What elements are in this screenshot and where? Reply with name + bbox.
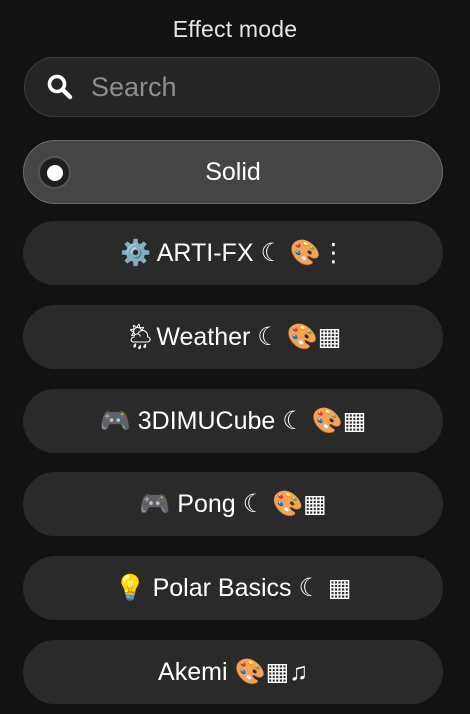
effect-item-solid[interactable]: Solid	[23, 140, 443, 204]
effect-item-label: 🎮 3DIMUCube ☾ 🎨▦	[99, 407, 367, 435]
effect-item-3dimucube[interactable]: 🎮 3DIMUCube ☾ 🎨▦	[23, 389, 443, 453]
effect-mode-panel: Effect mode Solid ⚙️ ARTI-FX ☾ 🎨⋮ 🌦Weath…	[0, 0, 470, 714]
effect-item-label: Akemi 🎨▦♫	[158, 658, 308, 686]
effect-list: Solid ⚙️ ARTI-FX ☾ 🎨⋮ 🌦Weather ☾ 🎨▦ 🎮 3D…	[0, 0, 470, 714]
effect-item-polar-basics[interactable]: 💡 Polar Basics ☾ ▦	[23, 556, 443, 620]
effect-item-label: 🌦Weather ☾ 🎨▦	[124, 323, 342, 351]
selected-radio-icon	[38, 156, 71, 189]
effect-item-akemi[interactable]: Akemi 🎨▦♫	[23, 640, 443, 704]
effect-item-label: Solid	[205, 157, 261, 186]
effect-item-label: 🎮 Pong ☾ 🎨▦	[139, 490, 327, 518]
effect-item-label: 💡 Polar Basics ☾ ▦	[114, 574, 352, 602]
effect-item-arti-fx[interactable]: ⚙️ ARTI-FX ☾ 🎨⋮	[23, 221, 443, 285]
effect-item-weather[interactable]: 🌦Weather ☾ 🎨▦	[23, 305, 443, 369]
effect-item-label: ⚙️ ARTI-FX ☾ 🎨⋮	[120, 239, 346, 267]
effect-item-pong[interactable]: 🎮 Pong ☾ 🎨▦	[23, 472, 443, 536]
